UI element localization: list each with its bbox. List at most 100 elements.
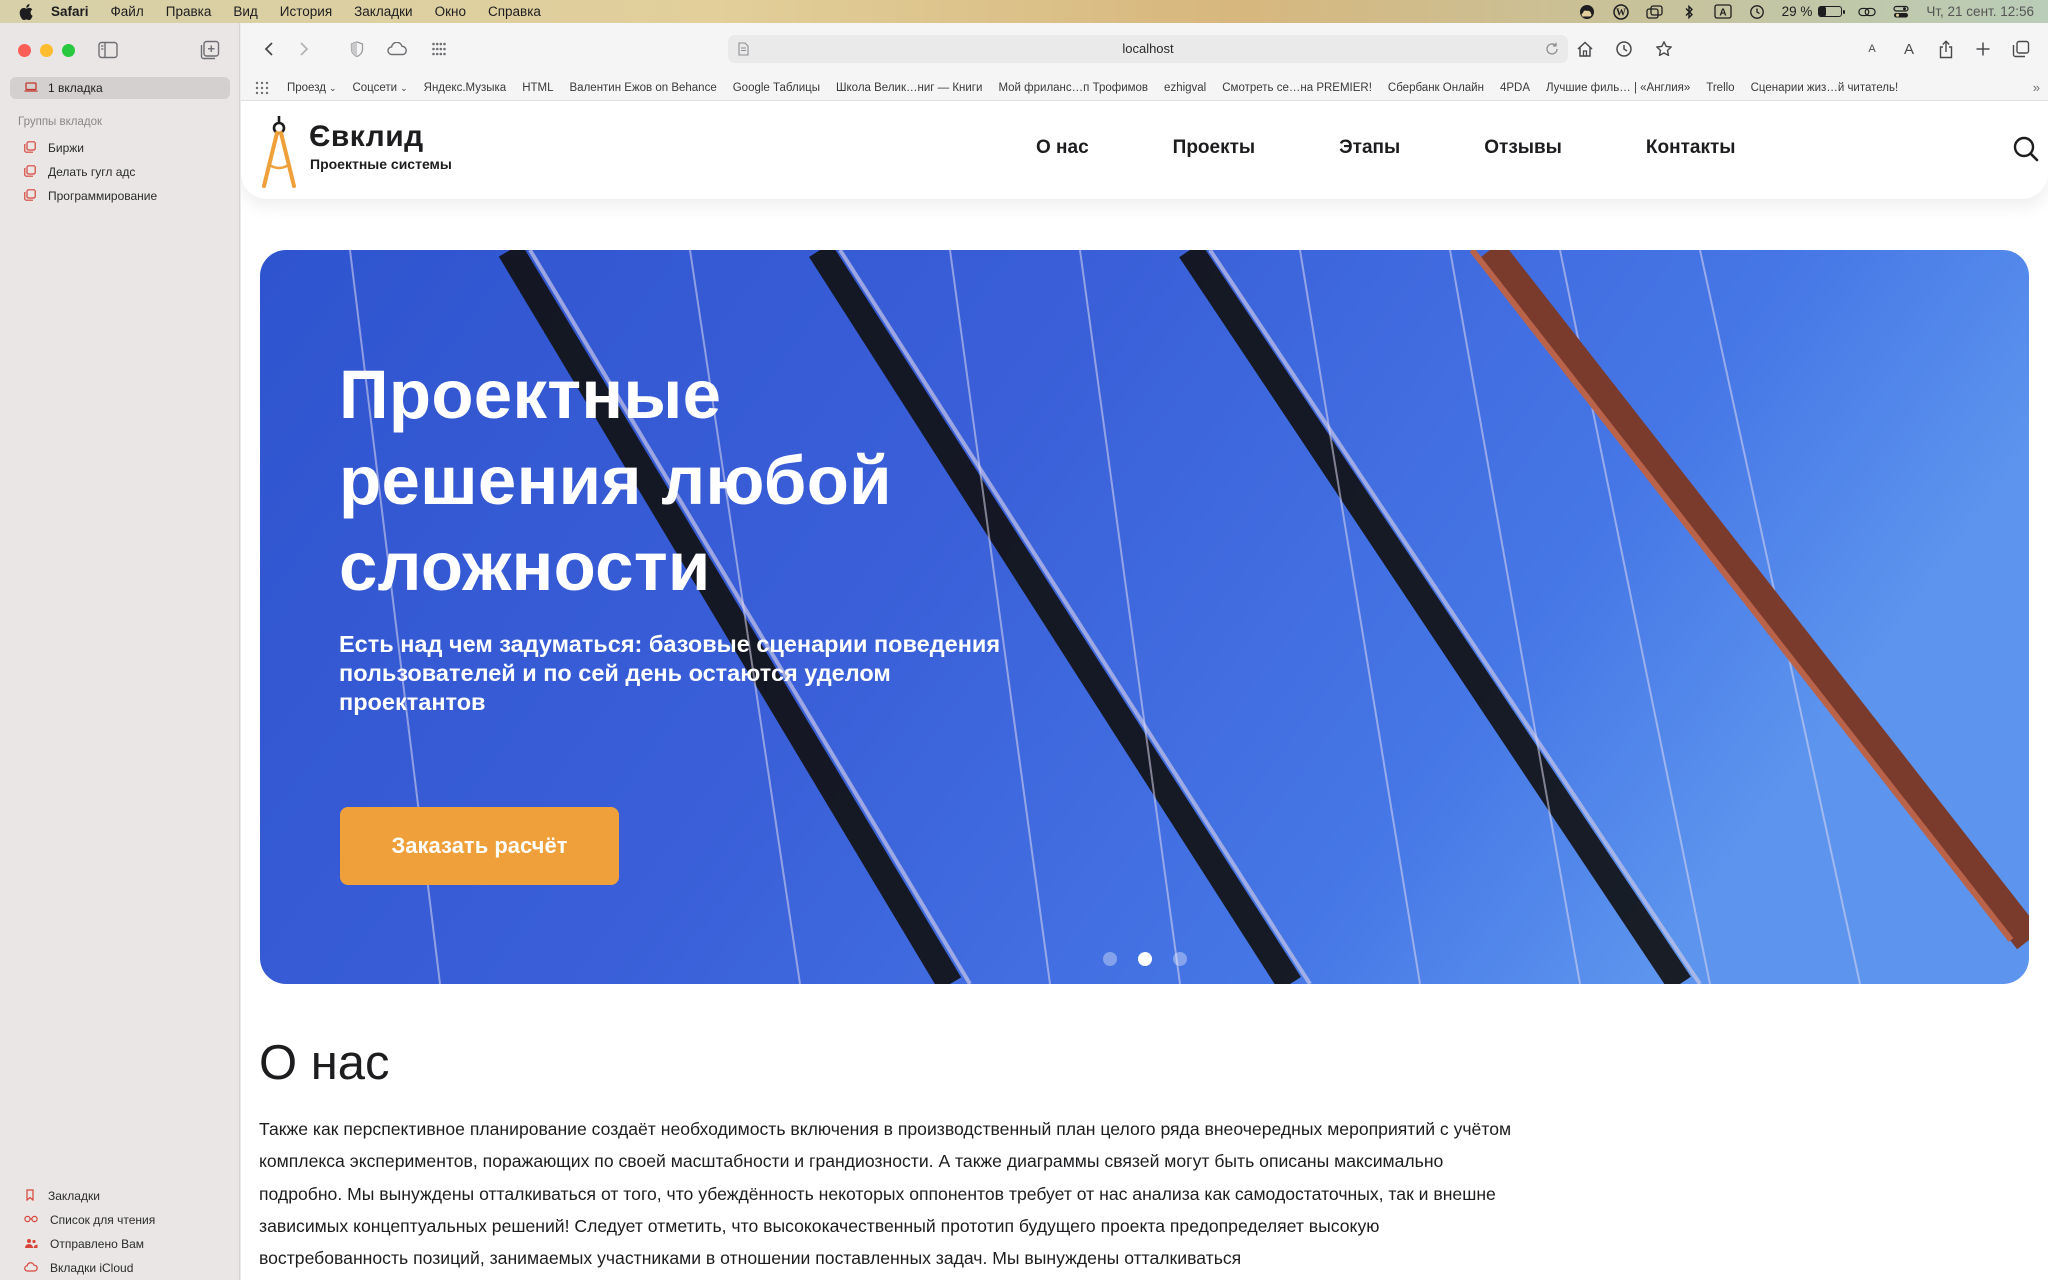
nav-link-stages[interactable]: Этапы <box>1339 137 1400 159</box>
web-content: Євклид Проектные системы О нас Проекты Э… <box>241 101 2048 1280</box>
menubar-clock[interactable]: Чт, 21 сент. 12:56 <box>1926 4 2034 19</box>
tab-group-item[interactable]: Биржи <box>24 136 157 160</box>
tab-group-item[interactable]: Программирование <box>24 184 157 208</box>
favorite-label: Соцсети <box>352 81 398 94</box>
favorite-link[interactable]: Яндекс.Музыка <box>424 82 507 94</box>
tab-group-item[interactable]: Делать гугл адс <box>24 160 157 184</box>
menu-help[interactable]: Справка <box>488 4 541 19</box>
privacy-shield-icon[interactable] <box>347 39 367 59</box>
chevron-down-icon: ⌄ <box>400 82 408 93</box>
order-calculation-button[interactable]: Заказать расчёт <box>340 807 619 885</box>
favorite-link[interactable]: Мой фриланс…п Трофимов <box>998 82 1148 94</box>
apps-grid-icon[interactable] <box>429 39 449 59</box>
menu-file[interactable]: Файл <box>111 4 144 19</box>
nav-link-projects[interactable]: Проекты <box>1173 137 1255 159</box>
favorite-link[interactable]: Школа Велик…ниг — Книги <box>836 82 982 94</box>
menu-app-safari[interactable]: Safari <box>51 4 89 19</box>
svg-text:W: W <box>1616 7 1626 18</box>
bookmark-star-icon[interactable] <box>1654 39 1674 59</box>
browser-toolbar: localhost A A <box>241 23 2048 75</box>
icloud-icon[interactable] <box>386 39 410 59</box>
history-clock-icon[interactable] <box>1614 39 1634 59</box>
time-machine-icon[interactable] <box>1748 4 1766 20</box>
wordpress-icon[interactable]: W <box>1612 3 1630 20</box>
hero-title: Проектные решения любой сложности <box>339 352 892 610</box>
battery-percent: 29 % <box>1781 4 1813 19</box>
battery-icon <box>1818 6 1845 17</box>
close-window-button[interactable] <box>18 44 31 57</box>
hero-title-line: сложности <box>339 528 711 605</box>
favorite-link[interactable]: 4PDA <box>1500 82 1530 94</box>
window-controls <box>18 44 75 57</box>
favorite-link[interactable]: Сценарии жиз…й читатель! <box>1751 82 1899 94</box>
menu-edit[interactable]: Правка <box>166 4 212 19</box>
text-larger-icon[interactable]: A <box>1899 39 1919 59</box>
favorite-link[interactable]: Лучшие филь… | «Англия» <box>1546 82 1690 94</box>
sidebar-item-icloud-tabs[interactable]: Вкладки iCloud <box>24 1256 155 1280</box>
battery-level-fill <box>1819 7 1826 16</box>
favorite-folder[interactable]: Проезд ⌄ <box>287 82 336 94</box>
menu-view[interactable]: Вид <box>233 4 257 19</box>
sidebar-current-tabs[interactable]: 1 вкладка <box>10 77 230 99</box>
tab-group-icon <box>24 188 36 204</box>
text-smaller-icon[interactable]: A <box>1862 39 1882 59</box>
forward-chevron-icon[interactable] <box>294 39 314 59</box>
windows-overlap-icon[interactable] <box>1645 4 1664 20</box>
slider-dot-active[interactable] <box>1138 952 1152 966</box>
home-icon[interactable] <box>1575 39 1595 59</box>
favorite-link[interactable]: ezhigval <box>1164 82 1206 94</box>
chevron-down-icon: ⌄ <box>328 82 337 93</box>
address-bar[interactable]: localhost <box>728 35 1568 63</box>
favorite-link[interactable]: Валентин Ежов on Behance <box>570 82 717 94</box>
menu-bookmarks[interactable]: Закладки <box>354 4 412 19</box>
about-heading: О нас <box>259 1036 390 1090</box>
keyboard-layout-icon[interactable]: A <box>1713 4 1732 20</box>
tab-group-label: Делать гугл адс <box>48 165 136 179</box>
minimize-window-button[interactable] <box>40 44 53 57</box>
control-center-icon[interactable] <box>1892 4 1910 20</box>
back-chevron-icon[interactable] <box>259 39 279 59</box>
tab-overview-icon[interactable] <box>2011 39 2031 59</box>
nav-link-about[interactable]: О нас <box>1036 137 1089 159</box>
compass-logo-icon[interactable] <box>259 114 303 190</box>
site-header: Євклид Проектные системы О нас Проекты Э… <box>241 101 2048 199</box>
nav-link-reviews[interactable]: Отзывы <box>1484 137 1562 159</box>
favorites-grid-icon[interactable] <box>255 81 269 95</box>
site-logo-title[interactable]: Євклид <box>309 120 424 154</box>
menu-history[interactable]: История <box>280 4 332 19</box>
more-favorites-icon[interactable]: » <box>2033 80 2040 95</box>
favorite-link[interactable]: Google Таблицы <box>733 82 820 94</box>
sidebar-item-reading-list[interactable]: Список для чтения <box>24 1208 155 1232</box>
favorite-folder[interactable]: Соцсети ⌄ <box>352 82 407 94</box>
favorite-link[interactable]: Сбербанк Онлайн <box>1388 82 1484 94</box>
slider-dots <box>1103 952 1187 966</box>
apple-icon[interactable] <box>17 3 35 21</box>
nav-link-contacts[interactable]: Контакты <box>1646 137 1736 159</box>
search-icon[interactable] <box>2012 135 2040 163</box>
favorite-link[interactable]: HTML <box>522 82 553 94</box>
zoom-window-button[interactable] <box>62 44 75 57</box>
share-icon[interactable] <box>1936 39 1956 59</box>
sidebar-bottom-list: Закладки Список для чтения Отправлено Ва… <box>24 1184 155 1280</box>
sidebar-item-shared-with-you[interactable]: Отправлено Вам <box>24 1232 155 1256</box>
sidebar-item-label: Список для чтения <box>50 1213 156 1227</box>
menu-window[interactable]: Окно <box>435 4 466 19</box>
new-tab-group-icon[interactable] <box>200 40 220 60</box>
sidebar-toggle-icon[interactable] <box>98 41 118 59</box>
reload-icon[interactable] <box>1544 41 1560 57</box>
new-tab-plus-icon[interactable] <box>1973 39 1993 59</box>
battery-status[interactable]: 29 % <box>1781 4 1845 19</box>
creative-cloud-icon[interactable] <box>1578 4 1596 20</box>
tab-groups-list: Биржи Делать гугл адс Программирование <box>24 136 157 208</box>
tab-group-label: Программирование <box>48 189 158 203</box>
favorite-label: Проезд <box>287 81 326 94</box>
screen-mirroring-icon[interactable] <box>1858 4 1877 20</box>
cloud-icon <box>24 1261 38 1276</box>
tab-groups-heading: Группы вкладок <box>18 116 103 128</box>
slider-dot[interactable] <box>1173 952 1187 966</box>
sidebar-item-bookmarks[interactable]: Закладки <box>24 1184 155 1208</box>
favorite-link[interactable]: Смотреть се…на PREMIER! <box>1222 82 1372 94</box>
slider-dot[interactable] <box>1103 952 1117 966</box>
favorite-link[interactable]: Trello <box>1706 82 1734 94</box>
bluetooth-icon[interactable] <box>1680 4 1698 20</box>
